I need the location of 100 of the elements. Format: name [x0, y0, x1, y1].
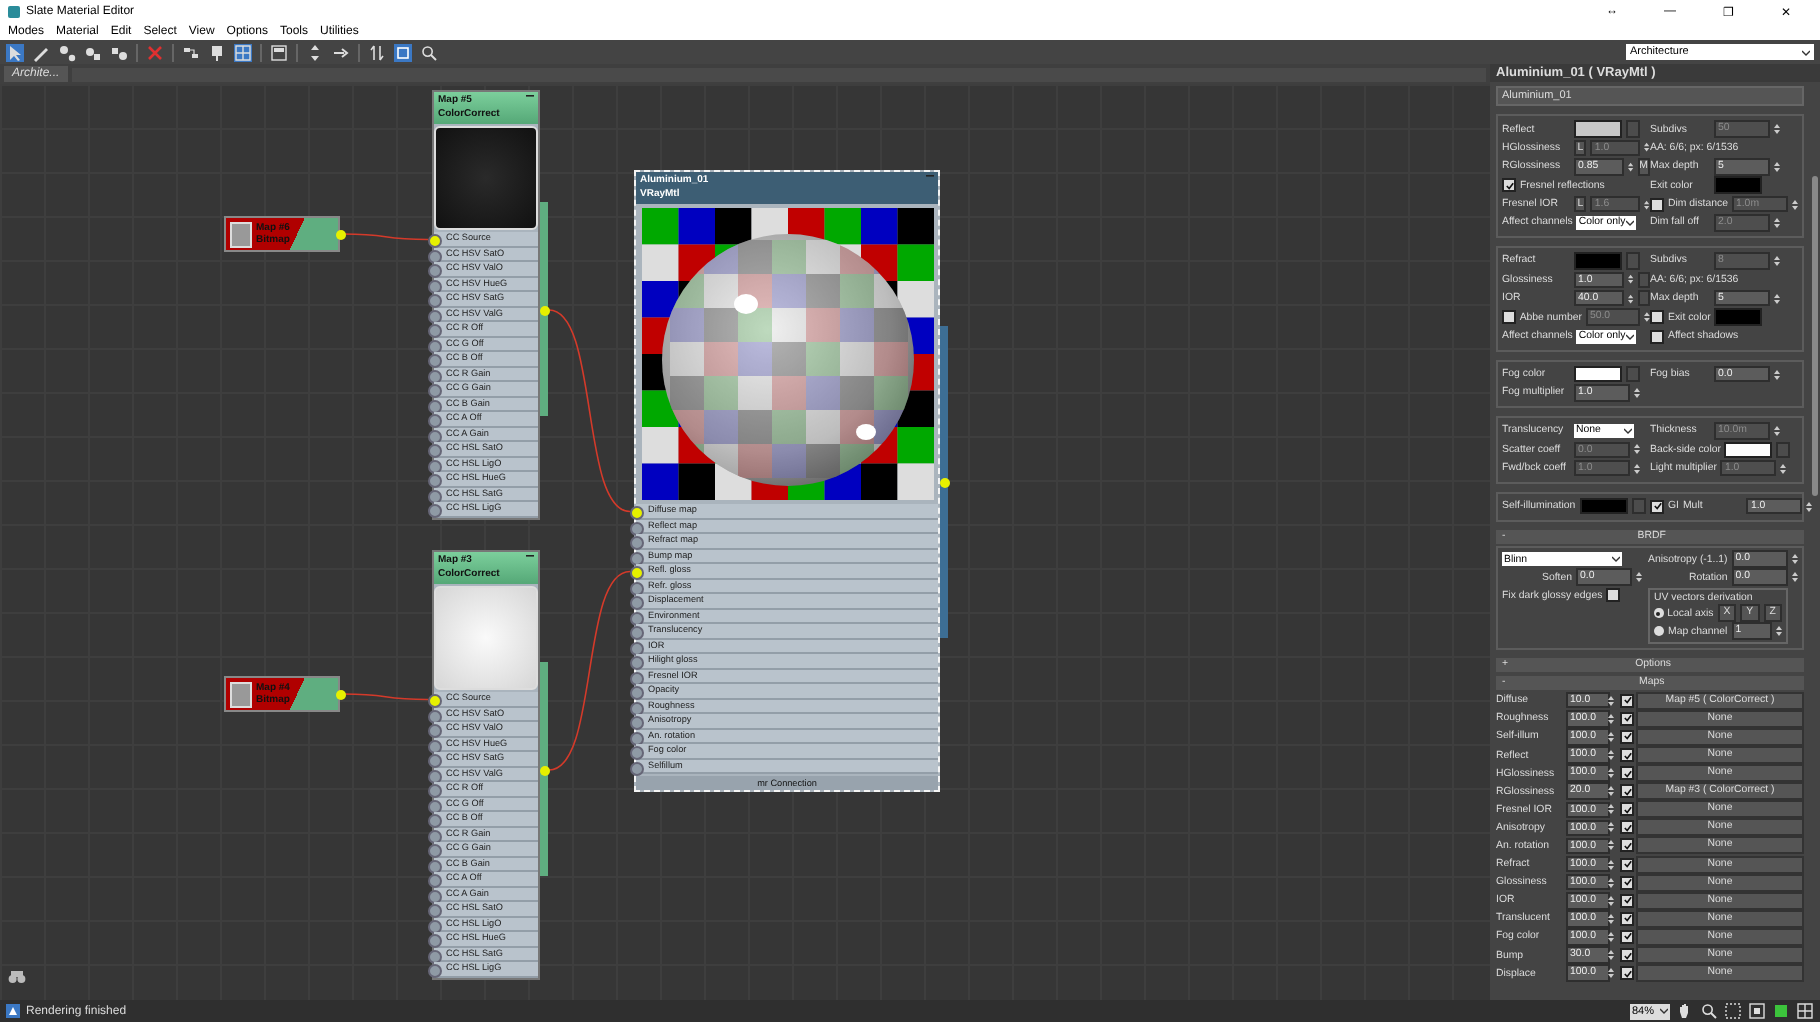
checkbox[interactable]	[1606, 588, 1621, 603]
input-socket[interactable]	[428, 354, 442, 368]
checkbox[interactable]	[1620, 748, 1634, 763]
output-socket[interactable]	[940, 477, 950, 487]
input-socket[interactable]	[630, 551, 644, 565]
panel-icon[interactable]	[270, 43, 288, 61]
scrollbar-thumb[interactable]	[1812, 176, 1818, 496]
input-socket[interactable]	[428, 234, 442, 248]
minus-icon[interactable]	[526, 554, 534, 558]
input-socket[interactable]	[630, 656, 644, 670]
input-socket[interactable]	[428, 724, 442, 738]
checkbox[interactable]	[1502, 310, 1516, 325]
color-swatch[interactable]	[1574, 120, 1622, 138]
input-socket[interactable]	[428, 489, 442, 503]
dashed-frame-icon[interactable]	[1724, 1002, 1742, 1020]
checkbox[interactable]	[1620, 893, 1634, 908]
checkbox[interactable]	[1620, 766, 1634, 781]
checkbox[interactable]	[1620, 875, 1634, 890]
input-socket[interactable]	[630, 716, 644, 730]
checkbox[interactable]	[1620, 802, 1634, 817]
vertical-arrows-icon[interactable]	[306, 43, 324, 61]
color-swatch[interactable]	[1574, 252, 1622, 270]
input-socket[interactable]	[428, 739, 442, 753]
input-socket[interactable]	[630, 746, 644, 760]
input-socket[interactable]	[428, 369, 442, 383]
output-socket[interactable]	[335, 689, 345, 699]
binoculars-icon[interactable]	[8, 970, 26, 984]
input-socket[interactable]	[428, 459, 442, 473]
spinner-icon[interactable]	[1634, 442, 1640, 457]
output-socket[interactable]	[335, 229, 345, 239]
input-socket[interactable]	[630, 566, 644, 580]
input-socket[interactable]	[428, 919, 442, 933]
pointer-icon[interactable]	[6, 43, 24, 61]
input-socket[interactable]	[428, 769, 442, 783]
map-node[interactable]	[432, 550, 540, 979]
checkbox[interactable]	[1620, 929, 1634, 944]
spinner-icon[interactable]	[1774, 215, 1780, 230]
input-socket[interactable]	[630, 761, 644, 775]
input-socket[interactable]	[428, 949, 442, 963]
grid-frame-icon[interactable]	[1796, 1002, 1814, 1020]
search-icon[interactable]	[420, 43, 438, 61]
checkbox[interactable]	[1650, 329, 1664, 344]
input-socket[interactable]	[630, 671, 644, 685]
input-socket[interactable]	[630, 536, 644, 550]
input-socket[interactable]	[428, 444, 442, 458]
square-icon[interactable]	[394, 43, 412, 61]
color-swatch[interactable]	[1724, 441, 1773, 459]
output-socket[interactable]	[540, 305, 550, 315]
nodes-icon[interactable]	[84, 43, 102, 61]
pin-icon[interactable]	[208, 43, 226, 61]
checkbox[interactable]	[1620, 729, 1634, 744]
magnifier-icon[interactable]	[1700, 1002, 1718, 1020]
input-socket[interactable]	[428, 324, 442, 338]
spinner-icon[interactable]	[1774, 253, 1780, 268]
input-socket[interactable]	[428, 904, 442, 918]
input-socket[interactable]	[428, 964, 442, 978]
map-node[interactable]	[432, 90, 540, 519]
output-socket[interactable]	[540, 765, 550, 775]
frame-icon[interactable]	[1748, 1002, 1766, 1020]
input-socket[interactable]	[428, 264, 442, 278]
grid-icon[interactable]	[234, 43, 252, 61]
input-socket[interactable]	[428, 814, 442, 828]
square-icon[interactable]	[1772, 1002, 1790, 1020]
color-swatch[interactable]	[1574, 365, 1622, 383]
checkbox[interactable]	[1620, 820, 1634, 835]
input-socket[interactable]	[630, 731, 644, 745]
input-socket[interactable]	[428, 859, 442, 873]
spinner-icon[interactable]	[1774, 159, 1780, 174]
input-socket[interactable]	[428, 414, 442, 428]
input-socket[interactable]	[428, 874, 442, 888]
checkbox[interactable]	[1620, 911, 1634, 926]
spinner-icon[interactable]	[1774, 367, 1780, 382]
checkbox[interactable]	[1650, 310, 1664, 325]
spinner-icon[interactable]	[1634, 385, 1640, 400]
spinner-icon[interactable]	[1774, 122, 1780, 136]
spinner-icon[interactable]	[1774, 423, 1780, 438]
input-socket[interactable]	[428, 754, 442, 768]
checkbox[interactable]	[1620, 948, 1634, 963]
input-socket[interactable]	[428, 694, 442, 708]
nodes-icon[interactable]	[58, 43, 76, 61]
input-socket[interactable]	[630, 641, 644, 655]
input-socket[interactable]	[428, 294, 442, 308]
radio-button[interactable]	[1654, 626, 1664, 637]
input-socket[interactable]	[428, 474, 442, 488]
input-socket[interactable]	[630, 506, 644, 520]
radio-button[interactable]	[1654, 608, 1664, 619]
checkbox[interactable]	[1502, 178, 1516, 193]
input-socket[interactable]	[630, 521, 644, 535]
checkbox[interactable]	[1650, 197, 1664, 212]
input-socket[interactable]	[428, 399, 442, 413]
input-socket[interactable]	[428, 384, 442, 398]
node-canvas[interactable]	[0, 84, 1490, 1000]
input-socket[interactable]	[428, 279, 442, 293]
checkbox[interactable]	[1650, 499, 1664, 514]
input-socket[interactable]	[630, 686, 644, 700]
input-socket[interactable]	[428, 889, 442, 903]
output-bar[interactable]	[940, 326, 948, 638]
material-node[interactable]	[634, 170, 940, 791]
input-socket[interactable]	[428, 709, 442, 723]
input-socket[interactable]	[630, 611, 644, 625]
